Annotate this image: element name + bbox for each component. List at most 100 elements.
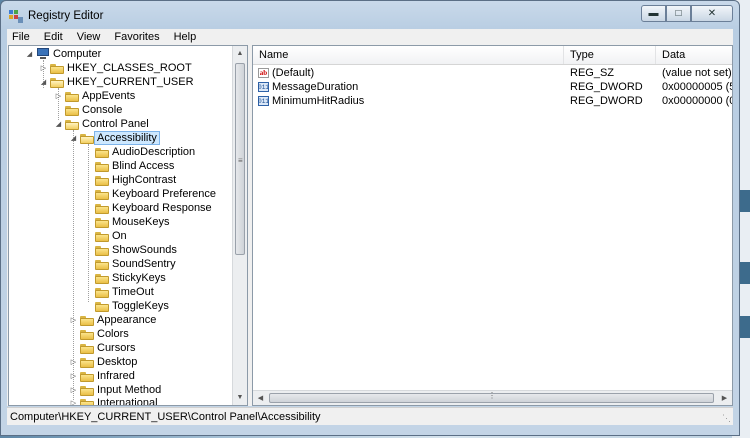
- folder-icon: [95, 287, 109, 298]
- value-name: (Default): [272, 67, 315, 79]
- tree-node[interactable]: Cursors: [69, 341, 136, 355]
- folder-icon: [95, 217, 109, 228]
- column-header: Name Type Data: [253, 46, 732, 65]
- tree-node[interactable]: ▷ Input Method: [69, 383, 161, 397]
- folder-icon: [80, 343, 94, 354]
- scroll-down-icon[interactable]: ▼: [233, 390, 247, 405]
- no-expander: [69, 341, 78, 355]
- tree-node[interactable]: ▷ International: [69, 396, 158, 405]
- folder-icon: [80, 357, 94, 368]
- scroll-right-icon[interactable]: ▶: [717, 391, 732, 405]
- tree-node[interactable]: TimeOut: [84, 285, 154, 299]
- tree-label: ShowSounds: [112, 244, 177, 256]
- status-path: Computer\HKEY_CURRENT_USER\Control Panel…: [10, 410, 321, 423]
- list-horizontal-scrollbar[interactable]: ◀ ⋮ ▶: [253, 390, 732, 405]
- tree-label: Appearance: [97, 314, 157, 326]
- menu-file[interactable]: File: [11, 31, 31, 43]
- tree-node-appevents[interactable]: ▷ AppEvents: [54, 89, 135, 103]
- expand-icon[interactable]: ▷: [39, 61, 48, 75]
- expand-icon[interactable]: ▷: [69, 369, 78, 383]
- registry-tree[interactable]: ◢ Computer ▷ HKEY_CLASSES_ROOT ◢ HKEY_CU…: [8, 45, 248, 406]
- tree-label: Blind Access: [112, 160, 175, 172]
- scroll-left-icon[interactable]: ◀: [253, 391, 268, 405]
- folder-icon: [95, 175, 109, 186]
- column-name[interactable]: Name: [253, 46, 564, 64]
- value-name: MinimumHitRadius: [272, 95, 365, 107]
- scrollbar-thumb[interactable]: ⋮: [269, 391, 714, 403]
- collapse-icon[interactable]: ◢: [54, 117, 63, 131]
- tree-node[interactable]: SoundSentry: [84, 257, 176, 271]
- no-expander: [84, 187, 93, 201]
- expand-icon[interactable]: ▷: [69, 355, 78, 369]
- title-bar[interactable]: Registry Editor ▬ □ ✕: [1, 1, 739, 29]
- maximize-button[interactable]: □: [666, 5, 691, 22]
- tree-node[interactable]: HighContrast: [84, 173, 176, 187]
- tree-node[interactable]: ▷ Appearance: [69, 313, 157, 327]
- tree-node-accessibility[interactable]: ◢ Accessibility: [69, 131, 160, 145]
- tree-label: HKEY_CLASSES_ROOT: [67, 62, 192, 74]
- tree-node[interactable]: MouseKeys: [84, 215, 169, 229]
- tree-node[interactable]: ShowSounds: [84, 243, 177, 257]
- no-expander: [84, 285, 93, 299]
- folder-icon: [65, 105, 79, 116]
- list-row[interactable]: ab (Default) REG_SZ (value not set): [253, 66, 732, 80]
- folder-open-icon: [80, 133, 94, 144]
- menu-bar: File Edit View Favorites Help: [7, 29, 733, 45]
- menu-edit[interactable]: Edit: [43, 31, 64, 43]
- tree-node[interactable]: On: [84, 229, 127, 243]
- value-type: REG_SZ: [570, 67, 615, 79]
- tree-node[interactable]: ▷ Infrared: [69, 369, 135, 383]
- folder-icon: [80, 371, 94, 382]
- close-button[interactable]: ✕: [691, 5, 733, 22]
- string-value-icon: ab: [258, 68, 269, 78]
- tree-node[interactable]: ToggleKeys: [84, 299, 169, 313]
- tree-node-hkey-current-user[interactable]: ◢ HKEY_CURRENT_USER: [39, 75, 194, 89]
- tree-node[interactable]: Keyboard Preference: [84, 187, 216, 201]
- column-type[interactable]: Type: [564, 46, 656, 64]
- folder-icon: [65, 91, 79, 102]
- tree-vertical-scrollbar[interactable]: ▲ ≡ ▼: [232, 46, 247, 405]
- tree-node[interactable]: AudioDescription: [84, 145, 195, 159]
- collapse-icon[interactable]: ◢: [69, 131, 78, 145]
- column-data[interactable]: Data: [656, 46, 732, 64]
- no-expander: [84, 201, 93, 215]
- tree-node-computer[interactable]: ◢ Computer: [25, 47, 101, 61]
- list-row[interactable]: 011 MinimumHitRadius REG_DWORD 0x0000000…: [253, 94, 732, 108]
- folder-icon: [95, 231, 109, 242]
- folder-icon: [95, 259, 109, 270]
- collapse-icon[interactable]: ◢: [39, 75, 48, 89]
- folder-icon: [50, 63, 64, 74]
- menu-help[interactable]: Help: [173, 31, 198, 43]
- no-expander: [84, 229, 93, 243]
- tree-node[interactable]: Blind Access: [84, 159, 174, 173]
- tree-label: Input Method: [97, 384, 162, 396]
- folder-icon: [95, 203, 109, 214]
- tree-label: AppEvents: [82, 90, 136, 102]
- list-row[interactable]: 011 MessageDuration REG_DWORD 0x00000005…: [253, 80, 732, 94]
- value-type: REG_DWORD: [570, 81, 643, 93]
- tree-node[interactable]: ▷ Desktop: [69, 355, 138, 369]
- resize-grip-icon[interactable]: ⋱: [722, 413, 731, 424]
- expand-icon[interactable]: ▷: [69, 396, 78, 405]
- dword-value-icon: 011: [258, 96, 269, 106]
- collapse-icon[interactable]: ◢: [25, 47, 34, 61]
- tree-node[interactable]: Keyboard Response: [84, 201, 212, 215]
- expand-icon[interactable]: ▷: [69, 383, 78, 397]
- tree-node[interactable]: StickyKeys: [84, 271, 166, 285]
- scroll-up-icon[interactable]: ▲: [233, 46, 247, 61]
- scrollbar-thumb[interactable]: ≡: [235, 63, 245, 255]
- expand-icon[interactable]: ▷: [69, 313, 78, 327]
- tree-node-control-panel[interactable]: ◢ Control Panel: [54, 117, 149, 131]
- folder-open-icon: [50, 77, 64, 88]
- tree-node-console[interactable]: Console: [54, 103, 122, 117]
- tree-label: StickyKeys: [112, 272, 166, 284]
- minimize-button[interactable]: ▬: [641, 5, 666, 22]
- values-list[interactable]: Name Type Data ab (Default) REG_SZ (valu…: [252, 45, 733, 406]
- tree-node-hkey-classes-root[interactable]: ▷ HKEY_CLASSES_ROOT: [39, 61, 192, 75]
- menu-view[interactable]: View: [76, 31, 102, 43]
- folder-icon: [95, 189, 109, 200]
- tree-node[interactable]: Colors: [69, 327, 129, 341]
- dword-value-icon: 011: [258, 82, 269, 92]
- expand-icon[interactable]: ▷: [54, 89, 63, 103]
- menu-favorites[interactable]: Favorites: [113, 31, 160, 43]
